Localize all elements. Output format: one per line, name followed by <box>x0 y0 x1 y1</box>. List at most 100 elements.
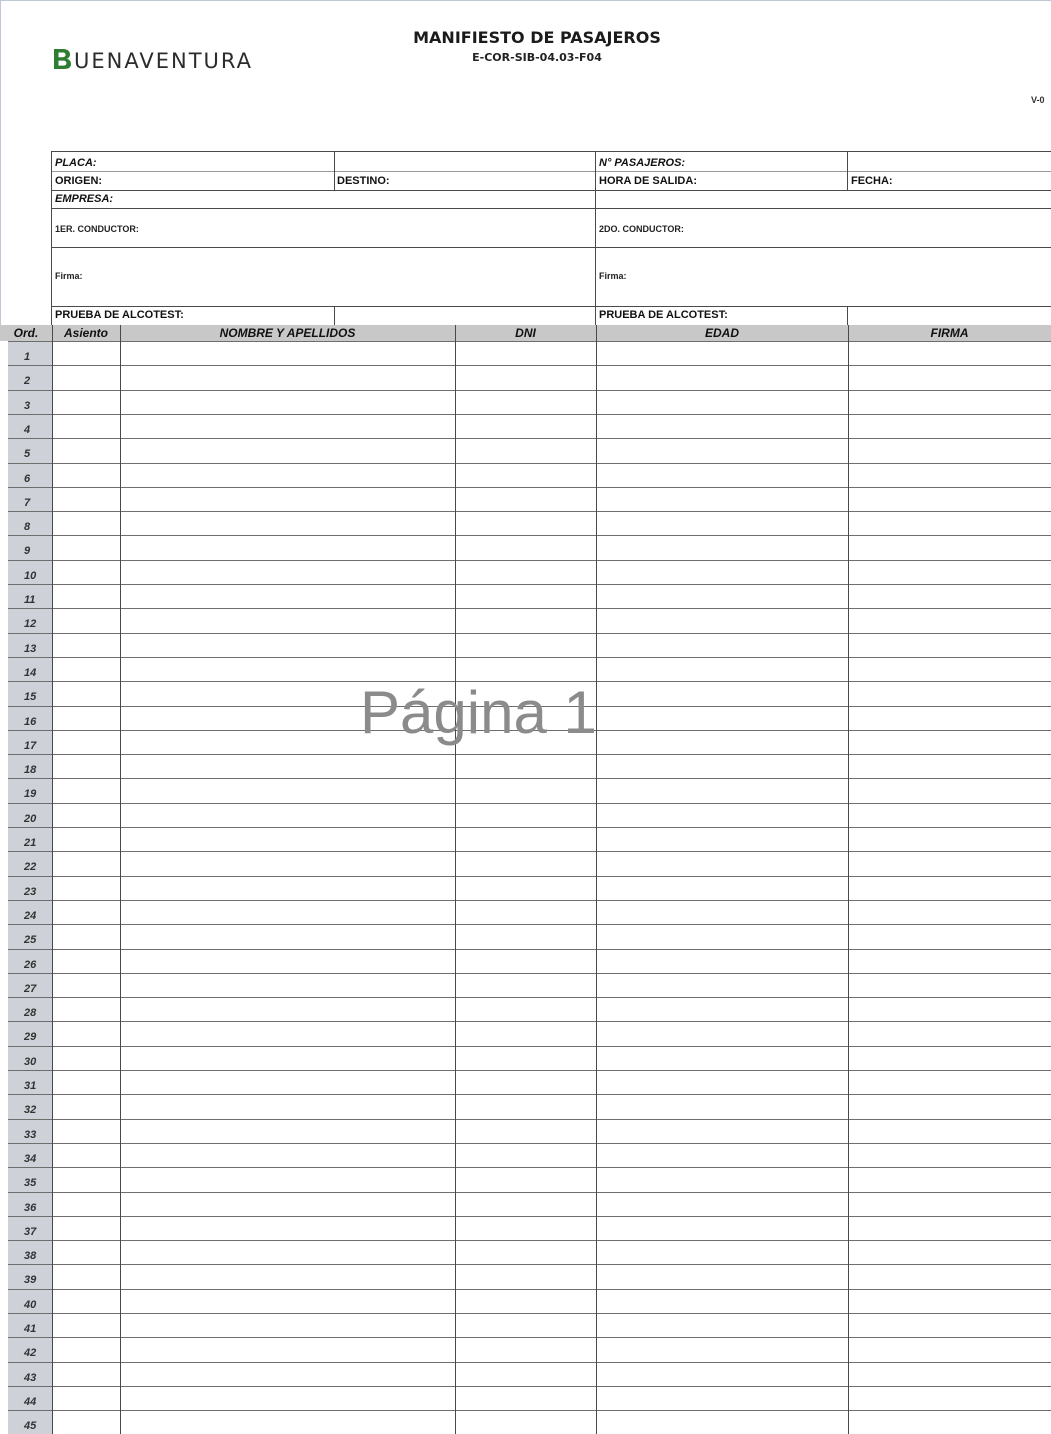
row-number: 11 <box>24 594 36 606</box>
firma1-label: Firma: <box>55 271 83 281</box>
row-number: 2 <box>24 375 31 387</box>
col-header-edad: EDAD <box>704 326 739 340</box>
row-number: 30 <box>24 1056 37 1068</box>
hora-salida-label: HORA DE SALIDA: <box>599 175 697 187</box>
row-number: 18 <box>24 764 37 776</box>
row-number: 9 <box>24 545 31 557</box>
info-divider <box>51 306 1051 307</box>
row-number: 10 <box>24 570 37 582</box>
table-row-line <box>8 487 1051 488</box>
row-number: 27 <box>24 983 37 995</box>
info-divider <box>51 190 1051 191</box>
row-number: 20 <box>24 813 37 825</box>
company-logo: UENAVENTURA <box>51 47 253 72</box>
row-number: 35 <box>24 1177 37 1189</box>
table-row-line <box>8 1410 1051 1411</box>
table-row-line <box>8 1192 1051 1193</box>
row-number: 31 <box>24 1080 37 1092</box>
row-number: 37 <box>24 1226 37 1238</box>
table-row-line <box>8 1021 1051 1022</box>
conductor1-label: 1ER. CONDUCTOR: <box>55 224 139 234</box>
table-row-line <box>8 924 1051 925</box>
row-number: 6 <box>24 473 31 485</box>
table-row-line <box>8 390 1051 391</box>
table-row-line <box>8 511 1051 512</box>
info-divider <box>51 171 1051 172</box>
table-row-line <box>8 949 1051 950</box>
table-row-line <box>8 584 1051 585</box>
info-col-divider <box>847 306 848 325</box>
table-row-line <box>8 1386 1051 1387</box>
col-header-ord: Ord. <box>13 326 39 340</box>
row-number: 1 <box>24 351 31 363</box>
table-row-line <box>8 535 1051 536</box>
logo-b-icon <box>54 49 71 69</box>
table-row-line <box>8 973 1051 974</box>
row-number: 13 <box>24 643 37 655</box>
table-row-line <box>8 900 1051 901</box>
row-number: 33 <box>24 1129 37 1141</box>
table-row-line <box>8 778 1051 779</box>
row-number: 15 <box>24 691 37 703</box>
table-row-line <box>8 1264 1051 1265</box>
alcotest1-label: PRUEBA DE ALCOTEST: <box>55 309 184 321</box>
placa-label: PLACA: <box>55 157 97 169</box>
table-row-line <box>8 1337 1051 1338</box>
info-col-divider <box>595 151 596 325</box>
row-number: 22 <box>24 861 37 873</box>
row-number: 34 <box>24 1153 37 1165</box>
row-number: 43 <box>24 1372 37 1384</box>
table-row-line <box>8 1070 1051 1071</box>
origen-label: ORIGEN: <box>55 175 103 187</box>
table-row-line <box>8 803 1051 804</box>
row-number: 23 <box>24 886 37 898</box>
table-row-line <box>8 1313 1051 1314</box>
document-code: E-COR-SIB-04.03-F04 <box>472 51 602 64</box>
table-row-line <box>8 827 1051 828</box>
table-row-line <box>8 657 1051 658</box>
row-number: 3 <box>24 400 31 412</box>
row-number: 7 <box>24 497 31 509</box>
row-number: 17 <box>24 740 37 752</box>
table-col-divider <box>120 325 121 1434</box>
n-pasajeros-label: N° PASAJEROS: <box>599 157 686 169</box>
row-number: 36 <box>24 1202 37 1214</box>
table-row-line <box>8 341 1051 342</box>
col-header-firma: FIRMA <box>930 326 969 340</box>
row-number: 26 <box>24 959 37 971</box>
row-number: 38 <box>24 1250 37 1262</box>
manifest-page: UENAVENTURA MANIFIESTO DE PASAJEROS E-CO… <box>0 0 1051 1434</box>
table-row-line <box>8 1362 1051 1363</box>
row-number: 5 <box>24 448 31 460</box>
row-number: 14 <box>24 667 37 679</box>
row-number: 41 <box>24 1323 37 1335</box>
row-number: 8 <box>24 521 31 533</box>
row-number: 12 <box>24 618 37 630</box>
alcotest2-label: PRUEBA DE ALCOTEST: <box>599 309 728 321</box>
row-number: 32 <box>24 1104 37 1116</box>
col-header-asiento: Asiento <box>63 326 108 340</box>
destino-label: DESTINO: <box>337 175 390 187</box>
page-border-left <box>0 0 1 330</box>
info-divider <box>51 208 1051 209</box>
fecha-label: FECHA: <box>851 175 893 187</box>
row-number: 25 <box>24 934 37 946</box>
info-col-divider <box>847 151 848 190</box>
empresa-label: EMPRESA: <box>55 193 114 205</box>
row-number: 39 <box>24 1274 37 1286</box>
row-number: 44 <box>24 1396 37 1408</box>
col-header-dni: DNI <box>515 326 536 340</box>
page-watermark: Página 1 <box>360 679 597 746</box>
row-number: 42 <box>24 1347 37 1359</box>
row-number: 28 <box>24 1007 37 1019</box>
table-row-line <box>8 1046 1051 1047</box>
table-row-line <box>8 997 1051 998</box>
table-row-line <box>8 1143 1051 1144</box>
col-header-nombre: NOMBRE Y APELLIDOS <box>219 326 356 340</box>
table-col-divider <box>52 325 53 1434</box>
version-label: V-0 <box>1031 95 1045 105</box>
row-number: 4 <box>24 424 31 436</box>
table-row-line <box>8 754 1051 755</box>
table-row-line <box>8 1094 1051 1095</box>
table-row-line <box>8 1119 1051 1120</box>
